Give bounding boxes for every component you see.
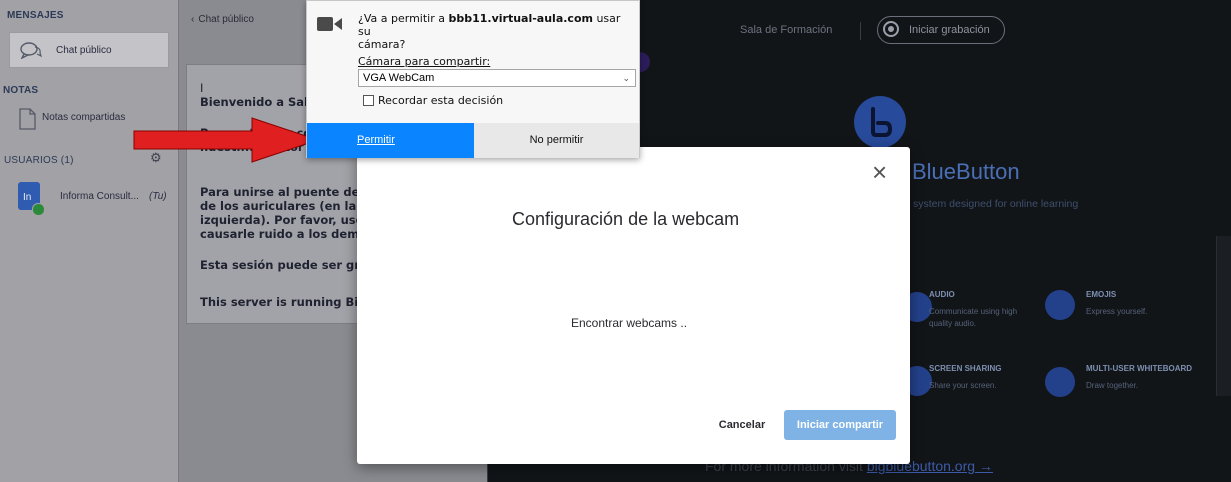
chat-back-button[interactable]: ‹ Chat público <box>191 14 254 25</box>
user-tag: (Tu) <box>149 191 167 202</box>
whiteboard-feature-icon <box>1045 367 1075 397</box>
chat-back-label: Chat público <box>198 14 254 25</box>
sidebar-item-public-chat[interactable]: Chat público <box>9 32 169 68</box>
permission-question: ¿Va a permitir a bbb11.virtual-aula.com … <box>358 12 628 51</box>
cancel-button[interactable]: Cancelar <box>717 410 767 440</box>
chevron-left-icon: ‹ <box>191 14 195 25</box>
messages-header: MENSAJES <box>7 10 64 21</box>
notes-icon <box>18 108 36 135</box>
chevron-down-icon: ⌄ <box>622 73 630 83</box>
deny-button[interactable]: No permitir <box>474 123 639 158</box>
avatar-initials: In <box>23 192 32 203</box>
sidebar: MENSAJES Chat público NOTAS Notas compar… <box>0 0 178 482</box>
remember-label: Recordar esta decisión <box>378 94 504 107</box>
remember-checkbox[interactable] <box>363 95 374 106</box>
chat-line: causarle ruido a los demás. <box>200 227 379 241</box>
user-name: Informa Consult... <box>60 191 139 202</box>
chat-icon <box>20 41 43 64</box>
camera-select-label: Cámara para compartir: <box>358 55 491 68</box>
audio-status-icon <box>32 203 45 216</box>
question-pre: ¿Va a permitir a <box>358 12 449 25</box>
allow-button[interactable]: Permitir <box>307 123 474 158</box>
feature-desc: quality audio. <box>929 319 977 328</box>
webcam-status: Encontrar webcams .. <box>571 316 688 330</box>
start-sharing-button[interactable]: Iniciar compartir <box>784 410 896 440</box>
bbb-brand: BlueButton <box>912 159 1020 184</box>
sidebar-item-label: Notas compartidas <box>42 112 126 123</box>
video-camera-icon <box>317 15 343 38</box>
feature-desc: Draw together. <box>1086 381 1139 390</box>
record-icon <box>883 21 899 37</box>
tool-buttons[interactable] <box>1216 236 1231 396</box>
chat-line: I <box>200 81 204 95</box>
question-line2: cámara? <box>358 38 406 51</box>
feature-desc: Express yourself. <box>1086 307 1148 316</box>
close-icon[interactable]: × <box>872 159 887 185</box>
feature-title: AUDIO <box>929 290 955 299</box>
feature-title: EMOJIS <box>1086 290 1117 299</box>
sidebar-item-label: Chat público <box>56 45 112 56</box>
emoji-feature-icon <box>1045 290 1075 320</box>
permission-domain: bbb11.virtual-aula.com <box>448 12 593 25</box>
record-button[interactable]: Iniciar grabación <box>877 16 1005 44</box>
camera-select[interactable]: VGA WebCam ⌄ <box>358 69 636 87</box>
modal-title: Configuración de la webcam <box>512 209 740 229</box>
webcam-settings-modal: × Configuración de la webcam Encontrar w… <box>357 147 910 464</box>
camera-permission-popup: ¿Va a permitir a bbb11.virtual-aula.com … <box>306 0 640 158</box>
user-list-item[interactable]: In Informa Consult... (Tu) <box>18 182 176 216</box>
divider <box>860 22 861 40</box>
red-arrow-annotation <box>133 117 320 163</box>
bbb-tagline: system designed for online learning <box>913 198 1079 210</box>
notes-header: NOTAS <box>3 85 39 96</box>
feature-desc: Communicate using high <box>929 307 1018 316</box>
bbb-logo-icon <box>854 96 906 148</box>
feature-desc: Share your screen. <box>929 381 997 390</box>
record-label: Iniciar grabación <box>909 24 990 36</box>
room-title: Sala de Formación <box>740 24 833 36</box>
feature-title: SCREEN SHARING <box>929 364 1002 373</box>
feature-title: MULTI-USER WHITEBOARD <box>1086 364 1193 373</box>
camera-select-value: VGA WebCam <box>363 72 435 84</box>
users-header: USUARIOS (1) <box>4 155 74 166</box>
